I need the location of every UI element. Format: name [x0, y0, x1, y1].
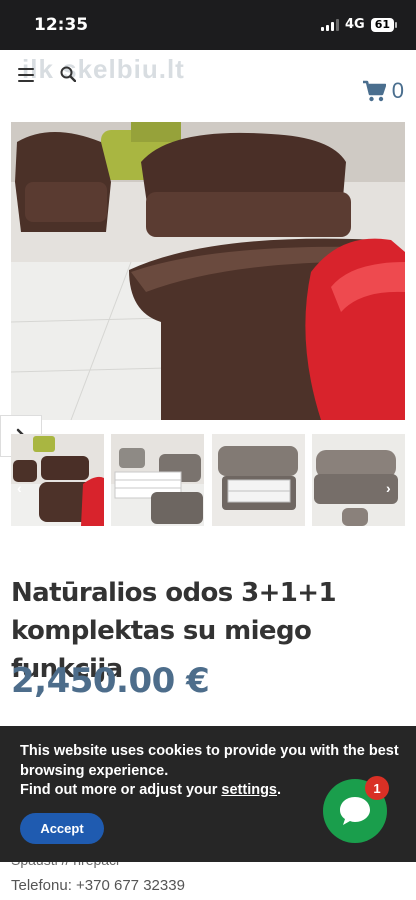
product-price: 2,450.00 € — [11, 661, 210, 701]
sofa-photo — [11, 122, 405, 420]
accept-cookies-button[interactable]: Accept — [20, 813, 104, 844]
cookie-line-2-prefix: Find out more or adjust your — [20, 782, 222, 798]
menu-icon[interactable] — [18, 68, 34, 82]
site-header: ilk skelbiu.lt 0 — [0, 50, 416, 122]
cookie-line-1: This website uses cookies to provide you… — [20, 743, 399, 779]
network-type: 4G — [344, 17, 365, 32]
thumbnail-strip: ‹ › — [11, 434, 405, 526]
status-bar: 12:35 4G 61 — [0, 0, 416, 50]
product-main-image[interactable] — [11, 122, 405, 420]
signal-icon — [320, 18, 339, 31]
cookie-line-2-suffix: . — [277, 782, 282, 798]
contact-phone[interactable]: Telefonu: +370 677 32339 — [11, 877, 185, 894]
status-indicators: 4G 61 — [320, 17, 398, 32]
chat-bubble-icon — [340, 797, 370, 825]
thumbnail-4[interactable]: › — [312, 434, 405, 526]
thumbnail-3[interactable] — [212, 434, 305, 526]
battery-icon: 61 — [370, 17, 398, 32]
status-time: 12:35 — [34, 15, 89, 35]
thumbnail-2[interactable] — [111, 434, 204, 526]
search-icon[interactable] — [60, 66, 76, 82]
site-logo[interactable]: ilk skelbiu.lt — [22, 54, 185, 85]
chat-notification-badge: 1 — [365, 776, 389, 800]
cart-icon — [362, 80, 386, 102]
cart-button[interactable]: 0 — [362, 78, 404, 104]
thumbnail-next-arrow[interactable]: › — [386, 480, 391, 496]
thumbnail-1[interactable]: ‹ — [11, 434, 104, 526]
thumbnail-prev-arrow[interactable]: ‹ — [17, 480, 22, 496]
cart-count: 0 — [391, 78, 404, 103]
cookie-settings-link[interactable]: settings — [221, 782, 277, 798]
